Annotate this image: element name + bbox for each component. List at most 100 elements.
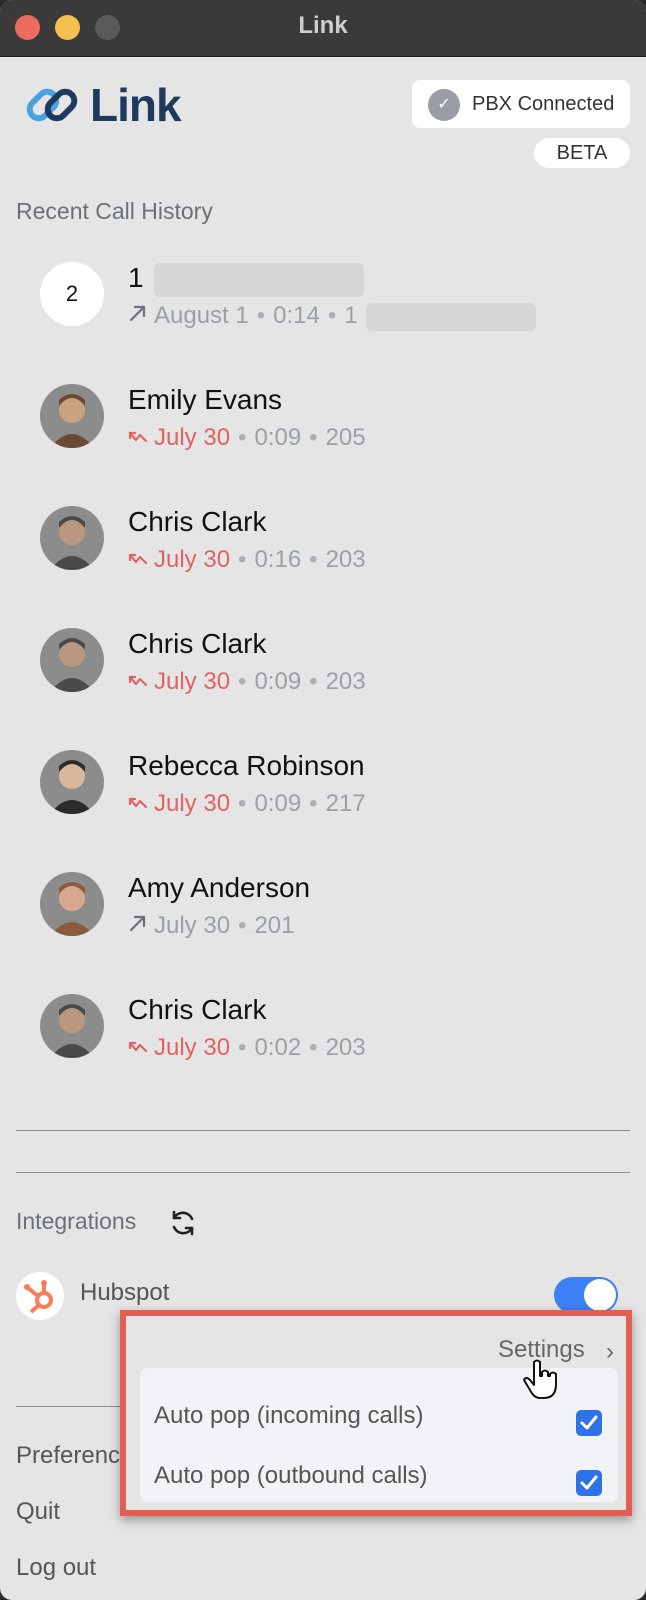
link-chain-icon (26, 88, 78, 122)
integrations-title: Integrations (16, 1208, 137, 1234)
separator-dot: • (238, 668, 247, 695)
logo-text: Link (90, 79, 182, 131)
separator-dot: • (309, 668, 318, 695)
hubspot-icon (16, 1272, 64, 1320)
call-extension: 203 (325, 1034, 366, 1061)
link-logo: Link (24, 79, 182, 134)
separator-dot: • (238, 790, 247, 817)
call-extension: 205 (325, 424, 366, 451)
caller-name-text: Chris Clark (128, 628, 267, 659)
outgoing-call-icon (128, 912, 150, 940)
auto-pop-incoming-checkbox[interactable] (576, 1410, 602, 1436)
call-duration: 0:09 (254, 668, 302, 695)
call-history-item[interactable]: Chris Clark July 30 • 0:02 • 203 (0, 994, 646, 1104)
auto-pop-outbound-label: Auto pop (outbound calls) (154, 1462, 428, 1489)
caller-name: Chris Clark (128, 506, 266, 538)
refresh-icon[interactable] (168, 1208, 198, 1238)
caller-name: Chris Clark (128, 628, 266, 660)
call-date: July 30 (154, 424, 231, 451)
missed-call-icon (128, 546, 150, 574)
caller-name: Rebecca Robinson (128, 750, 365, 782)
call-duration: 0:09 (254, 790, 302, 817)
call-meta: July 30 • 0:09 • 205 (128, 424, 366, 452)
separator-dot: • (327, 302, 337, 329)
caller-name-text: Rebecca Robinson (128, 750, 365, 781)
caller-name: Chris Clark (128, 994, 266, 1026)
call-date: July 30 (154, 1034, 231, 1061)
window-title: Link (298, 12, 348, 39)
call-extension: 1 (344, 302, 358, 329)
missed-call-icon (128, 424, 150, 452)
divider (16, 1172, 630, 1173)
redacted-number (365, 302, 536, 331)
separator-dot: • (309, 424, 318, 451)
call-meta: July 30 • 0:09 • 217 (128, 790, 366, 818)
separator-dot: • (238, 1034, 247, 1061)
pbx-status-label: PBX Connected (472, 93, 615, 115)
separator-dot: • (256, 302, 266, 329)
call-date: July 30 (154, 668, 231, 695)
auto-pop-outbound-checkbox[interactable] (576, 1470, 602, 1496)
call-extension: 217 (325, 790, 366, 817)
call-meta: July 30 • 0:09 • 203 (128, 668, 366, 696)
call-date: August 1 (154, 302, 249, 329)
separator-dot: • (309, 790, 318, 817)
call-meta: August 1 • 0:14 • 1 (128, 302, 536, 331)
call-date: July 30 (154, 546, 231, 573)
toggle-knob (584, 1279, 616, 1311)
pbx-status-badge: ✓ PBX Connected (412, 80, 630, 128)
call-meta: July 30 • 0:16 • 203 (128, 546, 366, 574)
separator-dot: • (238, 912, 247, 939)
quit-menu-item[interactable]: Quit (16, 1498, 60, 1526)
call-extension: 203 (325, 668, 366, 695)
title-bar: Link (0, 0, 646, 57)
redacted-number (153, 262, 364, 297)
call-meta: July 30 • 0:02 • 203 (128, 1034, 366, 1062)
logout-menu-item[interactable]: Log out (16, 1554, 96, 1582)
hubspot-label: Hubspot (80, 1279, 170, 1306)
call-duration: 0:14 (273, 302, 320, 329)
call-duration: 0:16 (254, 546, 302, 573)
call-history-item[interactable]: Amy Anderson July 30 • 201 (0, 872, 646, 982)
missed-call-icon (128, 790, 150, 818)
avatar-number: 2 (40, 262, 104, 326)
avatar-photo (40, 628, 104, 692)
caller-name-text: Amy Anderson (128, 872, 311, 903)
beta-badge: BETA (534, 138, 630, 168)
hubspot-toggle[interactable] (554, 1277, 618, 1313)
call-meta: July 30 • 201 (128, 912, 295, 940)
separator-dot: • (309, 1034, 318, 1061)
caller-name: Emily Evans (128, 384, 282, 416)
app-window: Link Link ✓ PBX Connected BETA Recent Ca… (0, 0, 646, 1600)
call-duration: 0:02 (254, 1034, 302, 1061)
call-extension: 203 (325, 546, 366, 573)
missed-call-icon (128, 668, 150, 696)
call-extension: 201 (254, 912, 295, 939)
avatar-photo (40, 750, 104, 814)
avatar-photo (40, 384, 104, 448)
call-history-item[interactable]: Rebecca Robinson July 30 • 0:09 • 217 (0, 750, 646, 860)
separator-dot: • (309, 546, 318, 573)
call-history-item[interactable]: Chris Clark July 30 • 0:16 • 203 (0, 506, 646, 616)
call-history-item[interactable]: 2 1 August 1 • 0:14 • 1 (0, 262, 646, 372)
auto-pop-incoming-label: Auto pop (incoming calls) (154, 1402, 424, 1429)
call-date: July 30 (154, 912, 231, 939)
call-history-item[interactable]: Emily Evans July 30 • 0:09 • 205 (0, 384, 646, 494)
divider (16, 1130, 630, 1131)
hand-cursor-icon (523, 1359, 557, 1399)
outgoing-call-icon (128, 302, 150, 330)
caller-name-text: 1 (128, 262, 144, 293)
separator-dot: • (238, 424, 247, 451)
call-duration: 0:09 (254, 424, 302, 451)
caller-name: 1 (128, 262, 364, 297)
avatar-photo (40, 506, 104, 570)
check-icon: ✓ (428, 89, 460, 121)
caller-name-text: Emily Evans (128, 384, 283, 415)
chevron-right-icon: › (606, 1338, 614, 1365)
caller-name: Amy Anderson (128, 872, 310, 904)
caller-name-text: Chris Clark (128, 506, 267, 537)
missed-call-icon (128, 1034, 150, 1062)
call-history-item[interactable]: Chris Clark July 30 • 0:09 • 203 (0, 628, 646, 738)
recent-call-history-title: Recent Call History (16, 198, 213, 224)
separator-dot: • (238, 546, 247, 573)
